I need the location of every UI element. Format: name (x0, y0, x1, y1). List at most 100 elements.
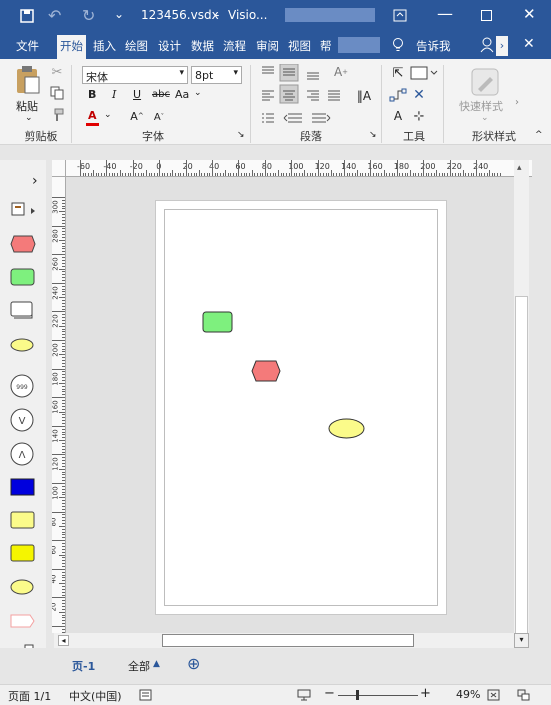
account-icon[interactable] (480, 37, 494, 53)
ruler-tick (62, 400, 65, 402)
grow-font-icon[interactable]: A ^ (130, 109, 144, 123)
redo-icon[interactable]: ↻ (82, 6, 95, 25)
fit-page-icon[interactable] (487, 689, 500, 701)
cut-icon[interactable]: ✂ (50, 64, 64, 80)
font-name-combo[interactable]: 宋体 ▾ (82, 66, 188, 84)
save-icon[interactable] (20, 9, 34, 23)
copy-icon[interactable] (50, 86, 64, 100)
text-style-icon[interactable]: A + (333, 65, 349, 79)
horizontal-scrollbar[interactable]: ◂ ▸ (54, 633, 529, 648)
language-status[interactable]: 中文(中国) (69, 688, 122, 704)
customize-icon[interactable]: ⌄ (114, 7, 124, 21)
tab-process[interactable]: 流程 (221, 36, 248, 56)
caret-up-icon[interactable]: ▲ (153, 659, 160, 669)
text-block-icon[interactable]: ⊹ (411, 108, 427, 124)
text-direction-icon[interactable]: ‖A (355, 87, 373, 105)
paste-icon[interactable] (14, 65, 42, 95)
stencil-rect-blue[interactable] (10, 478, 36, 496)
switch-windows-icon[interactable] (517, 689, 530, 701)
scroll-left-icon[interactable]: ◂ (58, 635, 69, 646)
undo-icon[interactable]: ↶ (48, 6, 61, 25)
tab-home[interactable]: 开始 (57, 35, 86, 59)
tab-help[interactable]: 帮 (318, 36, 334, 56)
page-number-status[interactable]: 页面 1/1 (8, 688, 51, 704)
expand-panel-icon[interactable]: › (32, 173, 38, 189)
vertical-ruler[interactable]: 300 280 260 240 220 200 180 160 140 120 100 80 60 40 2… (52, 177, 66, 633)
bold-button[interactable]: B (88, 88, 96, 101)
tab-file[interactable]: 文件 (14, 36, 41, 56)
ruler-tick (62, 374, 65, 376)
quick-styles-button[interactable]: 快速样式 (459, 98, 503, 114)
font-color-button[interactable]: A (88, 109, 97, 122)
collapse-ribbon-icon[interactable]: ^ (535, 130, 543, 140)
stencil-rounded-rect-green[interactable] (10, 268, 36, 286)
ribbon-close-icon[interactable]: ✕ (523, 36, 535, 52)
strikethrough-button[interactable]: abc (152, 89, 170, 100)
macro-recording-icon[interactable] (139, 689, 152, 701)
connection-point-icon[interactable]: ✕ (411, 87, 427, 103)
shape-rounded-rect-green[interactable] (202, 311, 233, 333)
tab-draw[interactable]: 绘图 (123, 36, 150, 56)
scroll-up-icon[interactable]: ▴ (517, 163, 522, 173)
stencil-hexagon-red[interactable] (10, 235, 36, 253)
page-tab-1[interactable]: 页-1 (72, 658, 95, 674)
horizontal-scroll-thumb[interactable] (162, 634, 414, 647)
quick-styles-icon[interactable] (470, 67, 500, 97)
tab-insert[interactable]: 插入 (91, 36, 118, 56)
tab-design[interactable]: 设计 (156, 36, 183, 56)
more-shapes-icon[interactable] (11, 202, 37, 220)
add-page-icon[interactable]: ⊕ (187, 654, 200, 673)
font-dialog-launcher-icon[interactable]: ↘ (237, 130, 245, 140)
italic-button[interactable]: I (112, 88, 116, 101)
zoom-level[interactable]: 49% (456, 688, 480, 701)
maximize-icon[interactable] (481, 10, 492, 21)
stencil-rect-yellow[interactable] (10, 544, 36, 562)
ruler-tick (59, 239, 65, 241)
tab-review[interactable]: 审阅 (254, 36, 281, 56)
minimize-icon[interactable]: — (437, 4, 453, 23)
stencil-rect-yellow-light[interactable] (10, 511, 36, 529)
underline-button[interactable]: U (133, 88, 141, 101)
close-icon[interactable]: ✕ (523, 5, 536, 23)
font-size-combo[interactable]: 8pt ▾ (191, 66, 242, 84)
pointer-tool-icon[interactable]: ⇱ (391, 65, 405, 81)
shrink-font-icon[interactable]: Aˇ (152, 110, 166, 124)
ribbon-display-icon[interactable] (393, 9, 407, 22)
zoom-slider-thumb[interactable] (356, 690, 359, 700)
stencil-card[interactable] (10, 301, 36, 319)
zoom-slider[interactable] (338, 695, 418, 696)
zoom-out-icon[interactable]: − (324, 686, 335, 701)
paste-dropdown-icon[interactable]: ⌄ (25, 113, 33, 123)
presentation-mode-icon[interactable] (297, 689, 311, 701)
stencil-circle-v[interactable]: V (10, 407, 36, 433)
zoom-in-icon[interactable]: + (420, 686, 431, 701)
vertical-scrollbar[interactable]: ▴ (514, 160, 529, 636)
chevron-down-icon[interactable]: ⌄ (104, 110, 112, 120)
scroll-tabs-right-icon[interactable]: › (496, 36, 508, 56)
paste-button[interactable]: 粘贴 (16, 98, 38, 114)
all-pages-button[interactable]: 全部 (128, 658, 150, 674)
shape-hexagon-red[interactable] (251, 360, 281, 382)
ruler-tick (62, 560, 65, 562)
change-case-button[interactable]: Aa (175, 88, 189, 101)
scroll-down-icon[interactable]: ▾ (514, 633, 529, 648)
chevron-down-icon[interactable]: ⌄ (194, 88, 202, 98)
stencil-arrow-pink[interactable] (10, 612, 36, 630)
tab-data[interactable]: 数据 (189, 36, 216, 56)
ribbon-scroll-right-icon[interactable]: › (515, 97, 519, 108)
tab-view[interactable]: 视图 (286, 36, 313, 56)
connector-tool-icon[interactable] (389, 87, 407, 103)
rectangle-tool-icon[interactable] (410, 66, 438, 80)
paragraph-dialog-launcher-icon[interactable]: ↘ (369, 130, 377, 140)
horizontal-ruler[interactable]: -60-40-200204060801001201401601802002202… (66, 160, 532, 177)
tell-me-search[interactable]: 告诉我 (416, 38, 451, 54)
text-tool-icon[interactable]: A (391, 108, 405, 124)
stencil-circle-text[interactable]: 999 (10, 373, 36, 399)
format-painter-icon[interactable] (50, 108, 64, 122)
vertical-scroll-thumb[interactable] (515, 296, 528, 636)
stencil-circle-lambda[interactable]: Λ (10, 441, 36, 467)
chevron-down-icon[interactable]: ⌄ (481, 113, 489, 123)
stencil-ellipse-yellow-2[interactable] (10, 578, 36, 596)
stencil-ellipse-yellow[interactable] (10, 336, 36, 354)
shape-ellipse-yellow[interactable] (328, 418, 365, 439)
